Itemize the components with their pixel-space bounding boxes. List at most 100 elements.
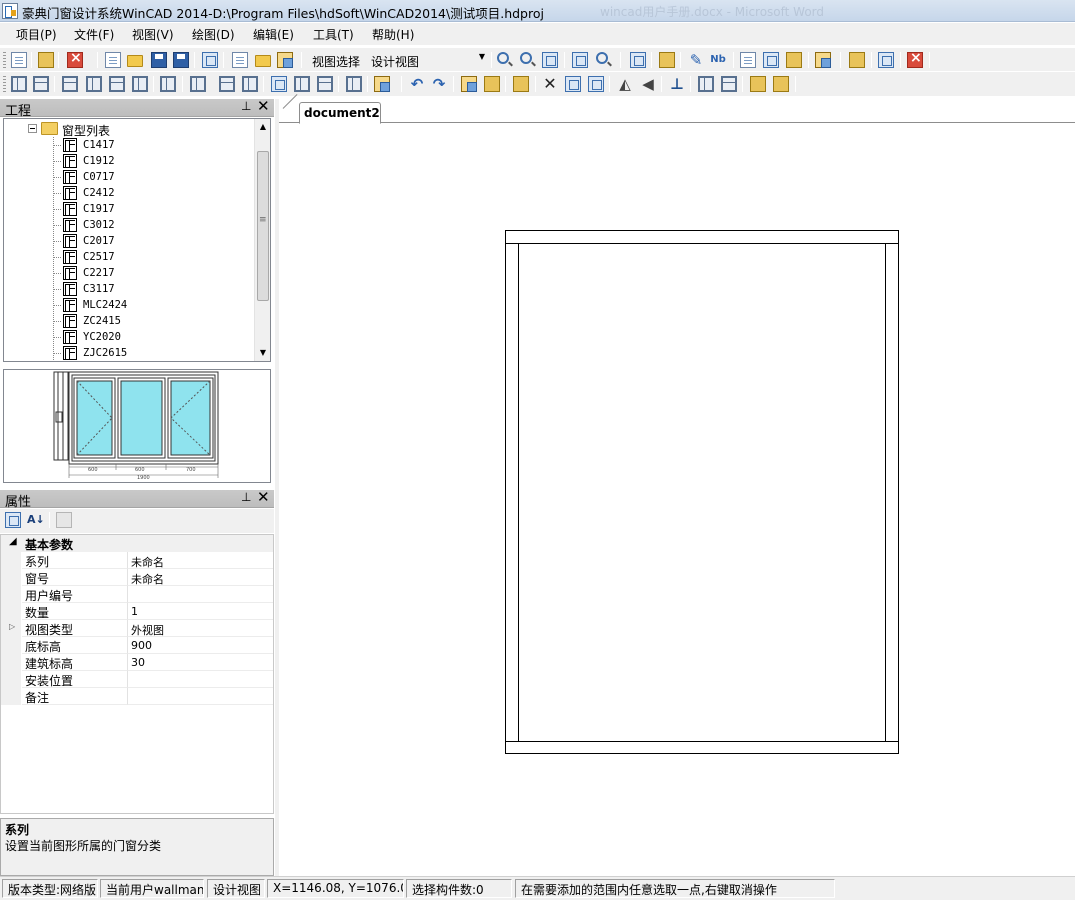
property-value[interactable]: 未命名 [128,552,273,569]
open-folder-icon[interactable] [127,55,143,67]
format-painter-icon[interactable] [513,76,529,92]
scroll-down-icon[interactable]: ▼ [255,345,270,361]
toolbar-grip[interactable] [3,52,6,68]
sliding-sash-icon[interactable] [219,76,235,92]
categorized-icon[interactable] [5,512,21,528]
property-pages-icon[interactable] [56,512,72,528]
property-value[interactable]: 外视图 [128,620,273,637]
zoom-out-icon[interactable] [520,52,532,64]
split-vertical-icon[interactable] [132,76,148,92]
sort-alpha-icon[interactable]: A↓ [27,512,45,528]
menu-view[interactable]: 视图(V) [132,26,174,43]
property-value[interactable]: 900 [128,637,273,654]
layout-icon[interactable] [698,76,714,92]
table-icon[interactable] [721,76,737,92]
expand-icon[interactable]: ▷ [9,622,15,631]
toolbar-grip[interactable] [3,76,6,92]
copy-window-icon[interactable] [277,52,293,68]
new-document-icon[interactable] [11,52,27,68]
property-row[interactable]: ▷ 视图类型 外视图 [1,620,273,637]
text-icon[interactable]: ✎ [688,52,704,68]
users-icon[interactable] [878,52,894,68]
category-collapse-icon[interactable]: ◢ [9,536,17,547]
zoom-in-icon[interactable] [497,52,509,64]
glass-icon[interactable] [271,76,287,92]
save-all-icon[interactable] [173,52,189,68]
label-icon[interactable]: Nb [710,52,726,68]
menu-file[interactable]: 文件(F) [74,26,114,43]
menu-project[interactable]: 项目(P) [16,26,57,43]
pin-icon[interactable]: ⊥ [241,490,251,504]
zoom-all-icon[interactable] [596,52,608,64]
transom-icon[interactable] [62,76,78,92]
menu-help[interactable]: 帮助(H) [372,26,414,43]
undo-icon[interactable]: ↶ [409,76,425,92]
property-row[interactable]: 建筑标高 30 [1,654,273,671]
calculator-icon[interactable] [630,52,646,68]
save-icon[interactable] [151,52,167,68]
sash-icon[interactable] [190,76,206,92]
scroll-up-icon[interactable]: ▲ [255,119,270,135]
help-book-icon[interactable] [849,52,865,68]
new-file-icon[interactable] [105,52,121,68]
tab-document2[interactable]: document2 [299,102,381,124]
property-value[interactable] [128,671,273,688]
close-icon[interactable]: ✕ [257,488,270,506]
drawing-canvas[interactable] [279,123,1075,876]
dimension-icon[interactable]: ⊥ [669,76,685,92]
move-icon[interactable] [565,76,581,92]
frame-diagonal-icon[interactable] [33,76,49,92]
scroll-thumb[interactable] [257,151,269,301]
copy-icon[interactable] [461,76,477,92]
flip-icon[interactable]: ◀ [640,76,656,92]
open-project-icon[interactable] [38,52,54,68]
duplicate-icon[interactable] [588,76,604,92]
import-icon[interactable] [255,55,271,67]
menu-tools[interactable]: 工具(T) [313,26,354,43]
options-icon[interactable] [815,52,831,68]
panel-icon[interactable] [294,76,310,92]
export-icon[interactable] [740,52,756,68]
zoom-window-icon[interactable] [542,52,558,68]
view-select-dropdown[interactable]: 设计视图 ▼ [368,50,488,70]
app-icon[interactable] [2,3,18,19]
property-row[interactable]: 安装位置 [1,671,273,688]
print-preview-icon[interactable] [763,52,779,68]
property-value[interactable]: 30 [128,654,273,671]
split-horizontal-icon[interactable] [109,76,125,92]
window-list-icon[interactable] [202,52,218,68]
fixed-glass-icon[interactable] [242,76,258,92]
redo-icon[interactable]: ↷ [431,76,447,92]
property-row[interactable]: 数量 1 [1,603,273,620]
property-row[interactable]: 备注 [1,688,273,705]
delete-icon[interactable]: ✕ [542,76,558,92]
collapse-icon[interactable] [28,124,37,133]
window-outer-frame[interactable] [505,230,899,754]
mullion-icon[interactable] [86,76,102,92]
property-row[interactable]: 用户编号 [1,586,273,603]
select-all-icon[interactable] [773,76,789,92]
pin-icon[interactable]: ⊥ [241,99,251,113]
property-category[interactable]: ◢ 基本参数 [1,535,273,552]
property-value[interactable]: 未命名 [128,569,273,586]
exit-icon[interactable] [907,50,923,68]
tree-scrollbar[interactable]: ▲ ▼ [254,119,270,361]
zoom-extents-icon[interactable] [572,52,588,68]
property-value[interactable]: 1 [128,603,273,620]
close-icon[interactable]: ✕ [257,97,270,115]
grid-split-icon[interactable] [160,76,176,92]
property-row[interactable]: 系列 未命名 [1,552,273,569]
report-icon[interactable] [232,52,248,68]
delete-project-icon[interactable] [67,50,83,68]
menu-draw[interactable]: 绘图(D) [192,26,235,43]
mirror-icon[interactable]: ◭ [617,76,633,92]
paste-icon[interactable] [484,76,500,92]
select-frame-icon[interactable] [750,76,766,92]
arch-icon[interactable] [346,76,362,92]
louver-icon[interactable] [317,76,333,92]
combine-icon[interactable] [374,76,390,92]
menu-edit[interactable]: 编辑(E) [253,26,294,43]
frame-icon[interactable] [11,76,27,92]
settings-icon[interactable] [786,52,802,68]
measure-icon[interactable] [659,52,675,68]
